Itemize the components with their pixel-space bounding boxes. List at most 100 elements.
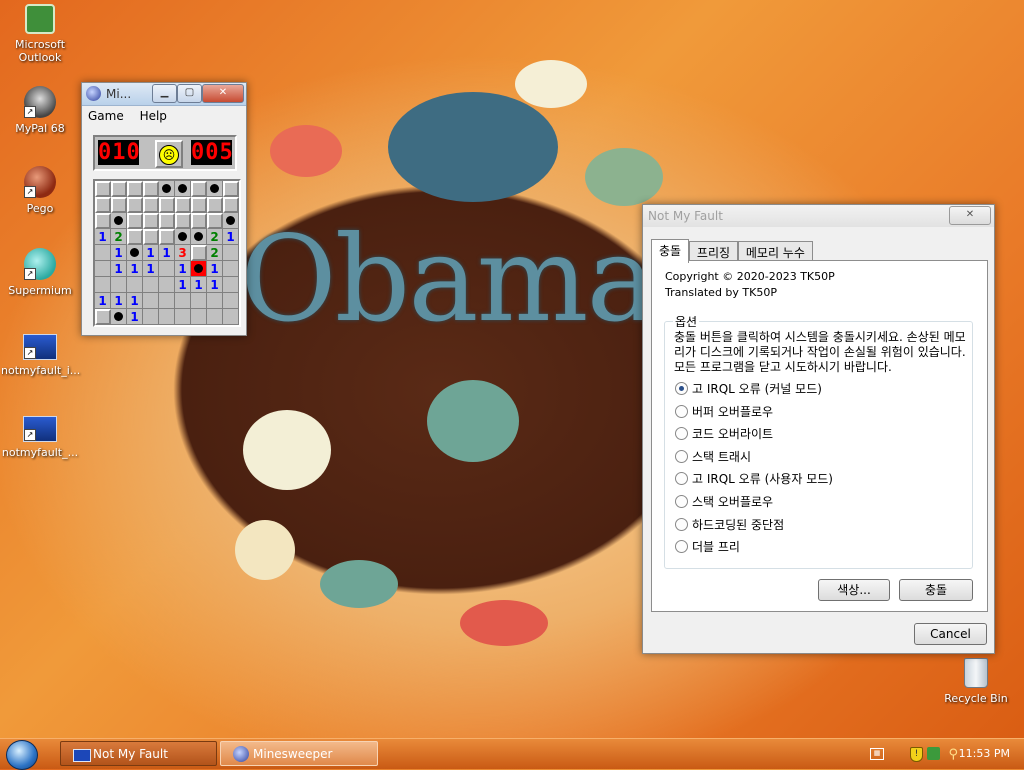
option-radio[interactable]: 하드코딩된 중단점 (675, 516, 784, 533)
mine-cell-number[interactable]: 2 (207, 229, 223, 245)
mine-icon[interactable] (111, 309, 127, 325)
option-radio[interactable]: 버퍼 오버플로우 (675, 403, 773, 420)
mine-cell-closed[interactable] (159, 197, 175, 213)
option-radio[interactable]: 고 IRQL 오류 (커널 모드) (675, 380, 822, 397)
mine-cell-empty[interactable] (111, 277, 127, 293)
mine-cell-number[interactable]: 1 (191, 277, 207, 293)
mine-cell-number[interactable]: 1 (207, 261, 223, 277)
mine-icon[interactable] (175, 229, 191, 245)
network-icon[interactable] (927, 747, 940, 760)
mine-cell-empty[interactable] (95, 277, 111, 293)
mine-cell-closed[interactable] (127, 213, 143, 229)
menu-game[interactable]: Game (82, 106, 130, 126)
radio-button-icon[interactable] (675, 382, 688, 395)
mine-cell-closed[interactable] (143, 229, 159, 245)
mine-cell-empty[interactable] (191, 293, 207, 309)
maximize-button[interactable]: ▢ (177, 84, 202, 103)
mine-cell-closed[interactable] (191, 197, 207, 213)
mine-cell-number[interactable]: 2 (207, 245, 223, 261)
mine-cell-number[interactable]: 1 (111, 245, 127, 261)
radio-button-icon[interactable] (675, 517, 688, 531)
mine-cell-closed[interactable] (95, 181, 111, 197)
mine-cell-closed[interactable] (159, 213, 175, 229)
option-radio[interactable]: 고 IRQL 오류 (사용자 모드) (675, 470, 833, 487)
radio-button-icon[interactable] (675, 449, 688, 463)
mine-cell-empty[interactable] (175, 309, 191, 325)
mine-cell-closed[interactable] (191, 213, 207, 229)
mine-cell-empty[interactable] (159, 309, 175, 325)
mine-cell-empty[interactable] (143, 277, 159, 293)
close-button[interactable]: ✕ (949, 206, 991, 225)
color-button[interactable]: 색상... (818, 579, 890, 601)
mine-cell-closed[interactable] (143, 213, 159, 229)
mine-cell-empty[interactable] (223, 245, 239, 261)
mine-cell-number[interactable]: 1 (175, 277, 191, 293)
tab-crash[interactable]: 충돌 (651, 239, 690, 263)
mine-cell-closed[interactable] (127, 197, 143, 213)
mine-cell-closed[interactable] (127, 229, 143, 245)
mine-cell-number[interactable]: 1 (111, 293, 127, 309)
radio-button-icon[interactable] (675, 404, 688, 418)
mine-cell-closed[interactable] (191, 245, 207, 261)
mine-cell-empty[interactable] (127, 277, 143, 293)
mine-cell-number[interactable]: 1 (127, 309, 143, 325)
option-radio[interactable]: 스택 트래시 (675, 448, 751, 465)
mine-cell-empty[interactable] (223, 293, 239, 309)
mine-cell-closed[interactable] (223, 197, 239, 213)
mine-icon[interactable] (207, 181, 223, 197)
mine-cell-empty[interactable] (223, 309, 239, 325)
mine-cell-closed[interactable] (143, 181, 159, 197)
mine-cell-closed[interactable] (111, 181, 127, 197)
mine-cell-number[interactable]: 1 (111, 261, 127, 277)
mine-cell-empty[interactable] (159, 277, 175, 293)
mine-cell-number[interactable]: 1 (127, 293, 143, 309)
mine-cell-empty[interactable] (159, 293, 175, 309)
mine-icon[interactable] (191, 229, 207, 245)
mine-cell-empty[interactable] (223, 261, 239, 277)
desktop-icon-pego[interactable]: ↗ Pego (1, 166, 79, 215)
desktop-icon-notmyfault-2[interactable]: ↗ notmyfault_... (1, 416, 79, 459)
minimize-button[interactable]: ▁ (152, 84, 177, 103)
mine-cell-empty[interactable] (143, 293, 159, 309)
mine-icon[interactable] (175, 181, 191, 197)
mine-cell-empty[interactable] (143, 309, 159, 325)
mine-cell-empty[interactable] (95, 245, 111, 261)
mine-cell-number[interactable]: 1 (95, 229, 111, 245)
desktop-icon-outlook[interactable]: Microsoft Outlook (1, 4, 79, 64)
mine-cell-number[interactable]: 2 (111, 229, 127, 245)
mine-cell-closed[interactable] (207, 213, 223, 229)
mine-cell-empty[interactable] (207, 293, 223, 309)
radio-button-icon[interactable] (675, 540, 688, 554)
system-clock[interactable]: 11:53 PM (959, 747, 1010, 760)
mine-cell-closed[interactable] (127, 181, 143, 197)
mine-icon[interactable] (111, 213, 127, 229)
mine-cell-empty[interactable] (191, 309, 207, 325)
volume-icon[interactable]: ⚲ (948, 747, 958, 762)
notmyfault-window[interactable]: Not My Fault ✕ 충돌 프리징 메모리 누수 Copyright ©… (642, 204, 995, 654)
mine-cell-number[interactable]: 3 (175, 245, 191, 261)
mine-cell-closed[interactable] (111, 197, 127, 213)
mine-cell-empty[interactable] (223, 277, 239, 293)
mine-icon[interactable] (127, 245, 143, 261)
mine-cell-empty[interactable] (175, 293, 191, 309)
minesweeper-titlebar[interactable]: Mi... ▁ ▢ ✕ (82, 83, 246, 106)
desktop-icon-notmyfault-1[interactable]: ↗ notmyfault_i... (1, 334, 80, 377)
radio-button-icon[interactable] (675, 427, 688, 441)
minesweeper-window[interactable]: Mi... ▁ ▢ ✕ Game Help 010 ☹ 005 12211113… (81, 82, 247, 336)
mine-cell-closed[interactable] (223, 181, 239, 197)
close-button[interactable]: ✕ (202, 84, 244, 103)
start-button[interactable] (6, 740, 38, 770)
mine-cell-empty[interactable] (159, 261, 175, 277)
mine-cell-closed[interactable] (95, 309, 111, 325)
mine-icon[interactable] (223, 213, 239, 229)
mine-cell-closed[interactable] (95, 197, 111, 213)
taskbar-item-notmyfault[interactable]: Not My Fault (60, 741, 217, 766)
mine-icon[interactable] (159, 181, 175, 197)
radio-button-icon[interactable] (675, 472, 688, 486)
mine-cell-closed[interactable] (207, 197, 223, 213)
mine-cell-closed[interactable] (175, 213, 191, 229)
mine-cell-empty[interactable] (207, 309, 223, 325)
menu-help[interactable]: Help (134, 106, 173, 126)
face-button[interactable]: ☹ (155, 140, 183, 168)
mine-cell-number[interactable]: 1 (143, 261, 159, 277)
